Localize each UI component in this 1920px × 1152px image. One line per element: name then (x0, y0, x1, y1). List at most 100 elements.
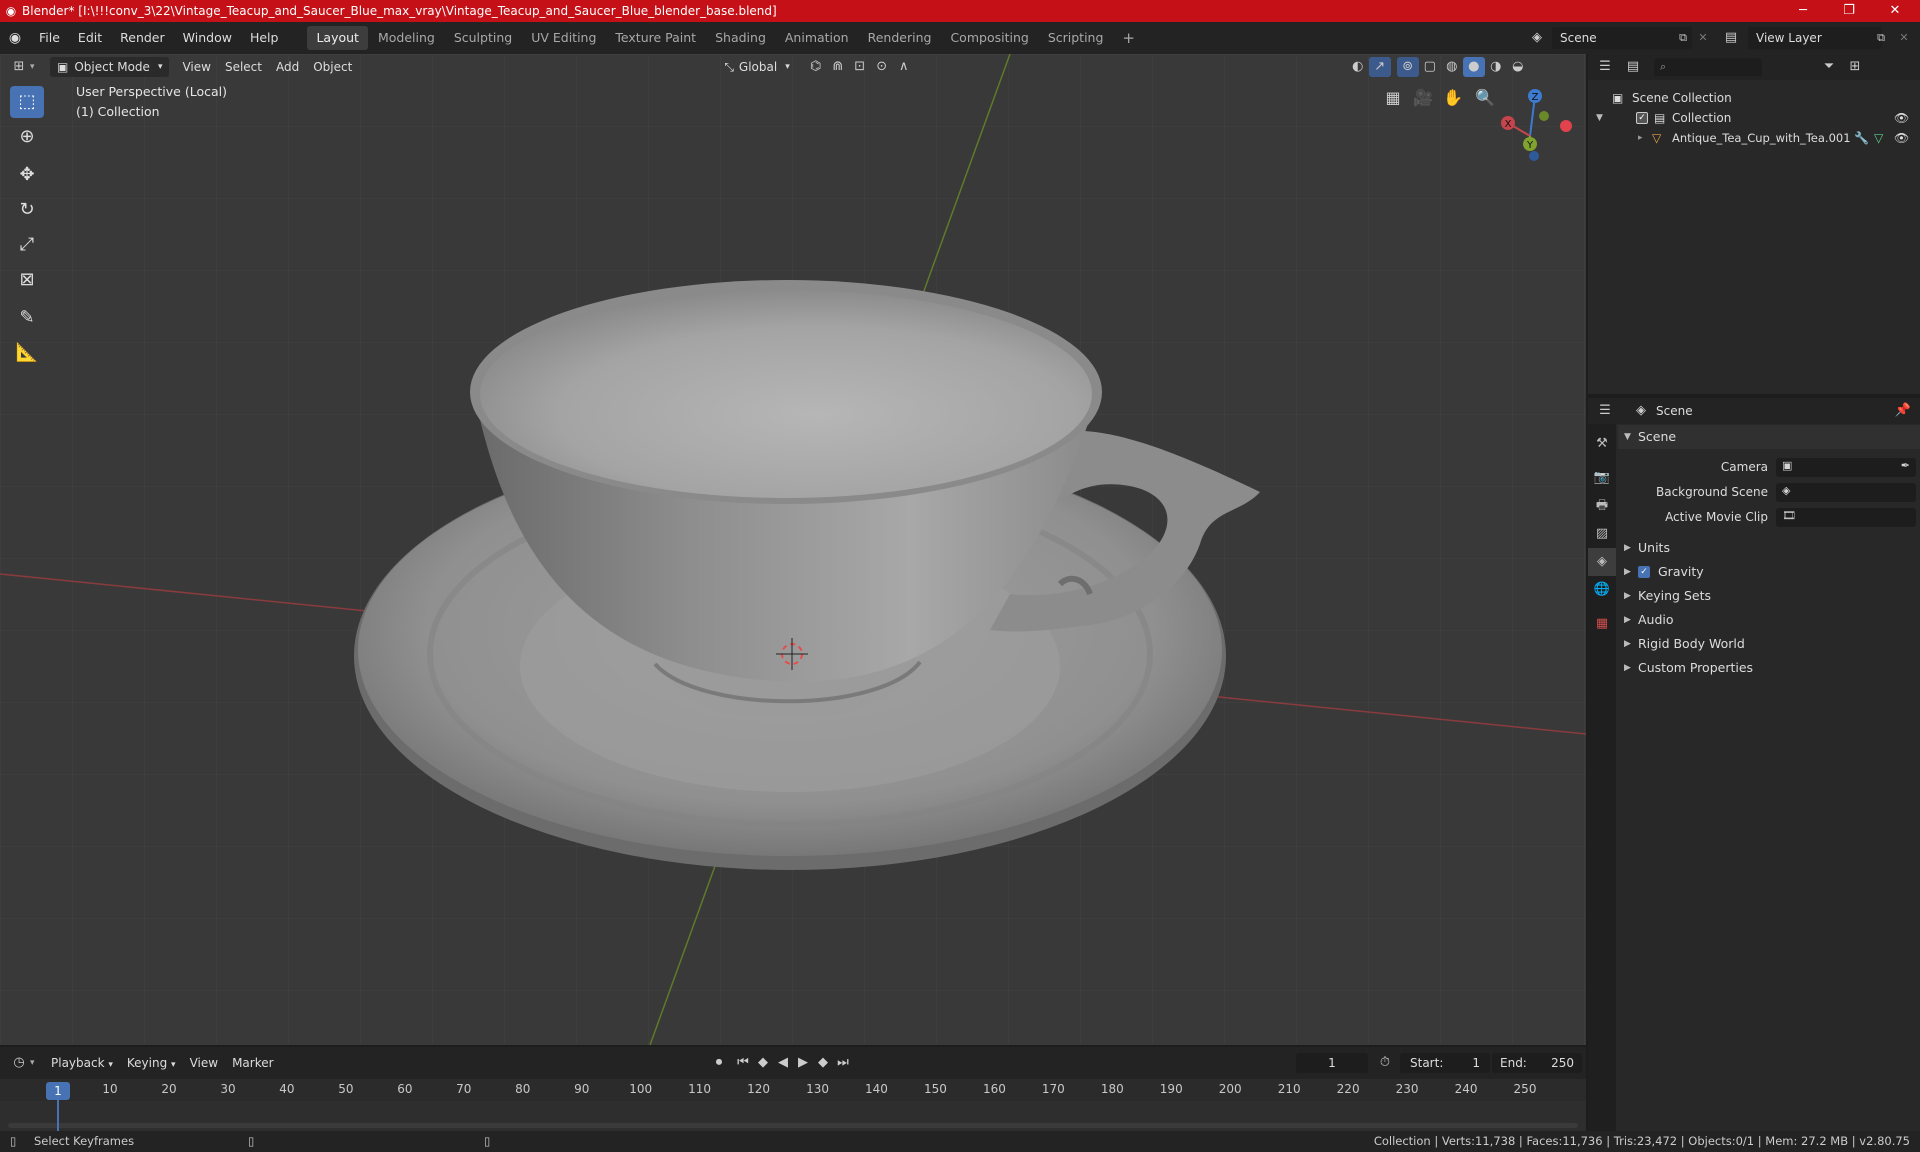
maximize-button[interactable]: ❐ (1826, 0, 1872, 22)
tab-uv-editing[interactable]: UV Editing (522, 26, 605, 50)
section-audio[interactable]: ▶ Audio (1618, 608, 1920, 632)
menu-render[interactable]: Render (111, 22, 174, 54)
start-frame-field[interactable]: Start: 1 (1400, 1053, 1490, 1073)
wireframe-shading-icon[interactable]: ◍ (1441, 57, 1463, 77)
viewport-scene[interactable] (0, 54, 1586, 1045)
xray-icon[interactable]: ▢ (1419, 57, 1441, 77)
navigation-gizmo[interactable]: Z X Y (1488, 84, 1578, 174)
outliner-search-input[interactable]: ⌕ (1654, 58, 1762, 76)
blender-menu-icon[interactable]: ◉ (0, 30, 30, 46)
delete-scene-icon[interactable]: ✕ (1692, 28, 1714, 48)
menu-edit[interactable]: Edit (69, 22, 111, 54)
viewport-menu-add[interactable]: Add (269, 57, 306, 77)
new-view-layer-icon[interactable]: ⧉ (1870, 28, 1892, 48)
section-gravity[interactable]: ▶ ✓ Gravity (1618, 560, 1920, 584)
gizmo-neg-x-icon[interactable] (1560, 120, 1572, 132)
tab-texture-paint[interactable]: Texture Paint (606, 26, 705, 50)
menu-window[interactable]: Window (174, 22, 241, 54)
play-reverse-icon[interactable]: ◀ (772, 1053, 794, 1073)
timeline-editor-type-icon[interactable]: ◷ (8, 1053, 30, 1073)
gizmo-toggle-icon[interactable]: ↗ (1368, 57, 1391, 77)
pin-icon[interactable]: 📌 (1892, 401, 1914, 421)
timeline-track[interactable] (0, 1101, 1586, 1131)
background-scene-field[interactable]: ◈ (1776, 483, 1916, 502)
annotate-tool-icon[interactable]: ✎ (10, 302, 44, 334)
transform-tool-icon[interactable]: ⊠ (10, 264, 44, 296)
gizmo-neg-y-icon[interactable] (1539, 111, 1549, 121)
delete-view-layer-icon[interactable]: ✕ (1893, 28, 1915, 48)
viewport-menu-select[interactable]: Select (218, 57, 269, 77)
playhead-line[interactable] (57, 1100, 59, 1131)
scene-browse-icon[interactable]: ◈ (1526, 28, 1548, 48)
jump-end-icon[interactable]: ⏭ (832, 1053, 854, 1073)
object-visibility-icon[interactable]: ◐ (1347, 57, 1369, 77)
prev-keyframe-icon[interactable]: ◆ (752, 1053, 774, 1073)
solid-shading-icon[interactable]: ● (1462, 57, 1485, 77)
playback-dropdown[interactable]: Playback ▾ (44, 1053, 120, 1073)
eyedropper-icon[interactable]: ✒ (1901, 459, 1910, 472)
render-tab-icon[interactable]: 📷 (1588, 464, 1616, 492)
snap-icon[interactable]: ⋒ (827, 57, 849, 77)
tab-compositing[interactable]: Compositing (941, 26, 1037, 50)
close-button[interactable]: ✕ (1872, 0, 1918, 22)
tab-layout[interactable]: Layout (307, 26, 368, 50)
end-frame-field[interactable]: End: 250 (1492, 1053, 1582, 1073)
toggle-view-grid-icon[interactable]: ▦ (1382, 88, 1404, 108)
filter-icon[interactable]: ⏷ (1818, 57, 1840, 77)
pan-view-icon[interactable]: ✋ (1442, 88, 1464, 108)
section-custom-properties[interactable]: ▶ Custom Properties (1618, 656, 1920, 680)
tool-tab-icon[interactable]: ⚒ (1588, 430, 1616, 458)
overlay-toggle-icon[interactable]: ⊚ (1396, 57, 1419, 77)
camera-field[interactable]: ▣ ✒ (1776, 458, 1916, 477)
section-rigid-body-world[interactable]: ▶ Rigid Body World (1618, 632, 1920, 656)
auto-keying-icon[interactable]: ⏺ (708, 1053, 730, 1073)
menu-help[interactable]: Help (241, 22, 288, 54)
visibility-eye-icon[interactable]: 👁 (1894, 128, 1909, 148)
falloff-icon[interactable]: ∧ (893, 57, 915, 77)
rotate-tool-icon[interactable]: ↻ (10, 194, 44, 226)
play-icon[interactable]: ▶ (792, 1053, 814, 1073)
timeline-menu-view[interactable]: View (183, 1053, 225, 1073)
editor-type-icon[interactable]: ⊞ (8, 57, 30, 77)
world-tab-icon[interactable]: 🌐 (1588, 576, 1616, 604)
active-movie-clip-field[interactable]: 🎞 (1776, 508, 1916, 527)
view-layer-tab-icon[interactable]: ▨ (1588, 520, 1616, 548)
menu-file[interactable]: File (30, 22, 69, 54)
3d-viewport[interactable]: ⊞ ▾ ▣ Object Mode ▾ View Select Add Obje… (0, 54, 1586, 1045)
output-tab-icon[interactable]: 🖶 (1588, 492, 1616, 520)
outliner-item-collection[interactable]: ▼ ✓ ▤ Collection 👁 (1588, 108, 1920, 128)
mesh-data-icon[interactable]: ▽ (1874, 128, 1883, 148)
scene-selector[interactable]: Scene (1552, 27, 1692, 49)
new-scene-icon[interactable]: ⧉ (1672, 28, 1694, 48)
jump-start-icon[interactable]: ⏮ (732, 1053, 754, 1073)
tab-scripting[interactable]: Scripting (1039, 26, 1113, 50)
proportional-editing-icon[interactable]: ⊙ (871, 57, 893, 77)
current-frame-field[interactable]: 1 (1296, 1053, 1368, 1073)
outliner-item-scene-collection[interactable]: ▣ Scene Collection (1588, 88, 1920, 108)
scale-tool-icon[interactable]: ⤢ (10, 229, 44, 261)
select-box-tool-icon[interactable]: ⬚ (10, 86, 44, 118)
measure-tool-icon[interactable]: 📐 (10, 337, 44, 369)
outliner-item-object[interactable]: ▸ ▽ Antique_Tea_Cup_with_Tea.001 🔧 ▽ 👁 (1588, 128, 1920, 148)
display-mode-icon[interactable]: ▤ (1622, 57, 1644, 77)
section-scene[interactable]: ▼ Scene (1618, 425, 1920, 449)
tab-shading[interactable]: Shading (706, 26, 775, 50)
tab-sculpting[interactable]: Sculpting (445, 26, 521, 50)
properties-editor-type-icon[interactable]: ☰ (1594, 401, 1616, 421)
cursor-tool-icon[interactable]: ⊕ (10, 121, 44, 153)
frame-ruler[interactable]: 10 20 30 40 50 60 70 80 90 100 110 120 130 140 150 160 1… (0, 1079, 1586, 1101)
new-collection-icon[interactable]: ⊞ (1844, 57, 1866, 77)
preview-range-icon[interactable]: ⏱ (1374, 1053, 1396, 1073)
visibility-eye-icon[interactable]: 👁 (1894, 108, 1909, 128)
keying-dropdown[interactable]: Keying ▾ (120, 1053, 183, 1073)
section-keying-sets[interactable]: ▶ Keying Sets (1618, 584, 1920, 608)
viewport-menu-view[interactable]: View (175, 57, 217, 77)
add-workspace-button[interactable]: + (1113, 26, 1144, 50)
view-layer-selector[interactable]: View Layer (1748, 27, 1882, 49)
tab-rendering[interactable]: Rendering (859, 26, 941, 50)
camera-view-icon[interactable]: 🎥 (1412, 88, 1434, 108)
timeline-scrollbar[interactable] (8, 1123, 1578, 1128)
expand-arrow-icon[interactable]: ▼ (1596, 108, 1603, 128)
section-units[interactable]: ▶ Units (1618, 536, 1920, 560)
snap-target-icon[interactable]: ⊡ (849, 57, 871, 77)
